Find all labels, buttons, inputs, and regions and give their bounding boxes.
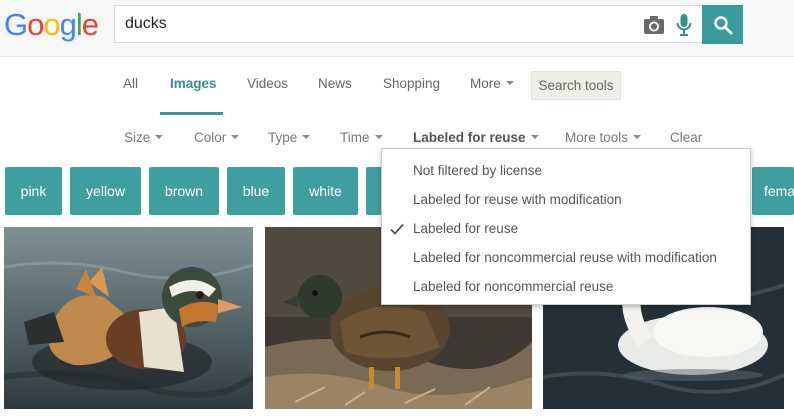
header-bar: Google ducks (0, 0, 794, 57)
tab-all[interactable]: All (123, 76, 138, 91)
search-query-text: ducks (125, 15, 167, 32)
tab-more[interactable]: More (470, 76, 514, 91)
logo-letter-g2: g (59, 7, 77, 42)
filter-more-tools[interactable]: More tools (565, 130, 642, 145)
tab-more-label: More (470, 76, 501, 91)
search-type-tabs: All Images Videos News Shopping More Sea… (0, 60, 794, 116)
search-tools-button[interactable]: Search tools (531, 71, 621, 100)
chip-brown[interactable]: brown (149, 167, 219, 215)
tab-videos[interactable]: Videos (247, 76, 288, 91)
chip-blue[interactable]: blue (227, 167, 285, 215)
filter-color[interactable]: Color (194, 130, 240, 145)
filter-more-tools-label: More tools (565, 130, 629, 145)
camera-icon[interactable] (643, 15, 665, 35)
mic-icon[interactable] (675, 13, 693, 37)
menu-item-not-filtered[interactable]: Not filtered by license (413, 163, 542, 178)
search-input[interactable]: ducks (114, 5, 702, 43)
chip-female[interactable]: fema (752, 167, 794, 215)
logo-letter-g: G (4, 7, 28, 42)
menu-item-reuse-with-modification[interactable]: Labeled for reuse with modification (413, 192, 622, 207)
logo-letter-o2: o (43, 7, 60, 42)
filter-usage-label: Labeled for reuse (413, 130, 526, 145)
menu-item-noncommercial-with-modification[interactable]: Labeled for noncommercial reuse with mod… (413, 250, 717, 265)
clear-filters-link[interactable]: Clear (670, 130, 702, 145)
filter-size-label: Size (124, 130, 151, 145)
usage-rights-menu: Not filtered by license Labeled for reus… (381, 148, 751, 305)
filter-type[interactable]: Type (268, 130, 311, 145)
filter-usage-rights[interactable]: Labeled for reuse (413, 130, 539, 145)
search-button[interactable] (702, 5, 743, 44)
filter-time-label: Time (340, 130, 370, 145)
chip-white[interactable]: white (293, 167, 358, 215)
active-tab-indicator (160, 112, 223, 115)
caret-down-icon (302, 135, 311, 140)
menu-item-reuse[interactable]: Labeled for reuse (413, 221, 518, 236)
tab-images[interactable]: Images (170, 76, 217, 91)
caret-down-icon (633, 135, 642, 140)
filter-color-label: Color (194, 130, 227, 145)
mandarin-duck-image (4, 227, 253, 409)
search-icon (714, 16, 733, 35)
caret-down-icon (374, 135, 383, 140)
filter-size[interactable]: Size (124, 130, 164, 145)
logo-letter-o1: o (27, 7, 44, 42)
caret-down-icon (155, 135, 164, 140)
caret-down-icon (530, 135, 539, 140)
tab-shopping[interactable]: Shopping (383, 76, 440, 91)
filter-type-label: Type (268, 130, 298, 145)
filter-time[interactable]: Time (340, 130, 383, 145)
google-logo[interactable]: Google (4, 7, 99, 43)
caret-down-icon (231, 135, 240, 140)
image-result-1[interactable] (4, 227, 253, 409)
menu-item-noncommercial[interactable]: Labeled for noncommercial reuse (413, 279, 613, 294)
logo-letter-e: e (81, 7, 99, 42)
chip-yellow[interactable]: yellow (70, 167, 141, 215)
chip-pink[interactable]: pink (5, 167, 62, 215)
caret-down-icon (505, 81, 514, 86)
check-icon (390, 223, 404, 235)
tab-news[interactable]: News (318, 76, 352, 91)
